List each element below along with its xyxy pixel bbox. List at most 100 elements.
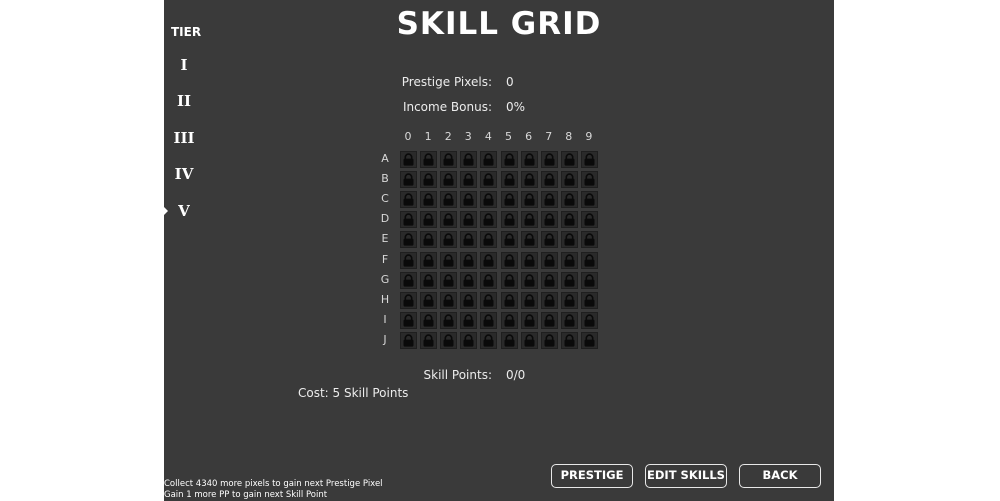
skill-cell-h5[interactable]	[500, 291, 518, 309]
skill-cell-c6[interactable]	[520, 191, 538, 209]
skill-cell-e9[interactable]	[580, 231, 598, 249]
skill-cell-d9[interactable]	[580, 211, 598, 229]
skill-cell-h0[interactable]	[400, 291, 417, 309]
skill-cell-e3[interactable]	[460, 231, 478, 249]
skill-cell-c1[interactable]	[420, 191, 438, 209]
skill-cell-b5[interactable]	[500, 171, 518, 189]
skill-cell-d3[interactable]	[460, 211, 478, 229]
skill-cell-i8[interactable]	[560, 311, 578, 329]
skill-cell-f3[interactable]	[460, 251, 478, 269]
tier-item-4[interactable]: IV	[164, 165, 204, 183]
skill-cell-c0[interactable]	[400, 191, 417, 209]
skill-cell-b3[interactable]	[460, 171, 478, 189]
skill-cell-i0[interactable]	[400, 311, 417, 329]
skill-cell-d0[interactable]	[400, 211, 417, 229]
back-button[interactable]: BACK	[739, 464, 821, 488]
skill-cell-j4[interactable]	[480, 331, 498, 349]
skill-cell-f0[interactable]	[400, 251, 417, 269]
skill-cell-j6[interactable]	[520, 331, 538, 349]
skill-cell-i9[interactable]	[580, 311, 598, 329]
skill-cell-d4[interactable]	[480, 211, 498, 229]
skill-cell-a7[interactable]	[540, 151, 558, 168]
skill-cell-h1[interactable]	[420, 291, 438, 309]
skill-cell-a9[interactable]	[580, 151, 598, 168]
skill-cell-a3[interactable]	[460, 151, 478, 168]
skill-cell-c5[interactable]	[500, 191, 518, 209]
skill-cell-a5[interactable]	[500, 151, 518, 168]
skill-cell-h9[interactable]	[580, 291, 598, 309]
skill-cell-j3[interactable]	[460, 331, 478, 349]
skill-cell-b1[interactable]	[420, 171, 438, 189]
skill-cell-d2[interactable]	[440, 211, 458, 229]
prestige-button[interactable]: PRESTIGE	[551, 464, 633, 488]
skill-cell-f5[interactable]	[500, 251, 518, 269]
skill-cell-d5[interactable]	[500, 211, 518, 229]
skill-cell-d7[interactable]	[540, 211, 558, 229]
skill-cell-e0[interactable]	[400, 231, 417, 249]
skill-cell-e7[interactable]	[540, 231, 558, 249]
skill-cell-g4[interactable]	[480, 271, 498, 289]
skill-cell-e4[interactable]	[480, 231, 498, 249]
skill-cell-b0[interactable]	[400, 171, 417, 189]
skill-cell-g5[interactable]	[500, 271, 518, 289]
skill-cell-c9[interactable]	[580, 191, 598, 209]
skill-cell-b2[interactable]	[440, 171, 458, 189]
skill-cell-j5[interactable]	[500, 331, 518, 349]
skill-cell-j0[interactable]	[400, 331, 417, 349]
skill-cell-h4[interactable]	[480, 291, 498, 309]
skill-cell-f1[interactable]	[420, 251, 438, 269]
skill-cell-c8[interactable]	[560, 191, 578, 209]
skill-cell-g0[interactable]	[400, 271, 417, 289]
skill-cell-e2[interactable]	[440, 231, 458, 249]
skill-cell-f2[interactable]	[440, 251, 458, 269]
skill-cell-g9[interactable]	[580, 271, 598, 289]
skill-cell-b4[interactable]	[480, 171, 498, 189]
skill-cell-a8[interactable]	[560, 151, 578, 168]
skill-cell-c4[interactable]	[480, 191, 498, 209]
skill-cell-h7[interactable]	[540, 291, 558, 309]
skill-cell-a6[interactable]	[520, 151, 538, 168]
skill-cell-i3[interactable]	[460, 311, 478, 329]
tier-item-5[interactable]: V	[164, 202, 204, 220]
skill-cell-c3[interactable]	[460, 191, 478, 209]
skill-cell-i6[interactable]	[520, 311, 538, 329]
skill-cell-d1[interactable]	[420, 211, 438, 229]
skill-cell-h8[interactable]	[560, 291, 578, 309]
skill-cell-d8[interactable]	[560, 211, 578, 229]
skill-cell-g3[interactable]	[460, 271, 478, 289]
skill-cell-b9[interactable]	[580, 171, 598, 189]
skill-cell-h6[interactable]	[520, 291, 538, 309]
skill-cell-g2[interactable]	[440, 271, 458, 289]
skill-cell-e6[interactable]	[520, 231, 538, 249]
skill-cell-j7[interactable]	[540, 331, 558, 349]
skill-cell-c7[interactable]	[540, 191, 558, 209]
skill-cell-j8[interactable]	[560, 331, 578, 349]
skill-cell-e5[interactable]	[500, 231, 518, 249]
skill-cell-g1[interactable]	[420, 271, 438, 289]
skill-cell-f6[interactable]	[520, 251, 538, 269]
skill-cell-e8[interactable]	[560, 231, 578, 249]
skill-cell-a1[interactable]	[420, 151, 438, 168]
skill-cell-a2[interactable]	[440, 151, 458, 168]
skill-cell-i5[interactable]	[500, 311, 518, 329]
skill-cell-i4[interactable]	[480, 311, 498, 329]
skill-cell-a0[interactable]	[400, 151, 417, 168]
skill-cell-h3[interactable]	[460, 291, 478, 309]
skill-cell-f8[interactable]	[560, 251, 578, 269]
skill-cell-b7[interactable]	[540, 171, 558, 189]
skill-cell-j1[interactable]	[420, 331, 438, 349]
skill-cell-g8[interactable]	[560, 271, 578, 289]
skill-cell-e1[interactable]	[420, 231, 438, 249]
skill-cell-i7[interactable]	[540, 311, 558, 329]
skill-cell-b8[interactable]	[560, 171, 578, 189]
skill-cell-i1[interactable]	[420, 311, 438, 329]
skill-cell-g6[interactable]	[520, 271, 538, 289]
skill-cell-h2[interactable]	[440, 291, 458, 309]
skill-cell-j2[interactable]	[440, 331, 458, 349]
skill-cell-b6[interactable]	[520, 171, 538, 189]
skill-cell-i2[interactable]	[440, 311, 458, 329]
skill-cell-f7[interactable]	[540, 251, 558, 269]
edit-skills-button[interactable]: EDIT SKILLS	[645, 464, 727, 488]
skill-cell-f9[interactable]	[580, 251, 598, 269]
skill-cell-g7[interactable]	[540, 271, 558, 289]
